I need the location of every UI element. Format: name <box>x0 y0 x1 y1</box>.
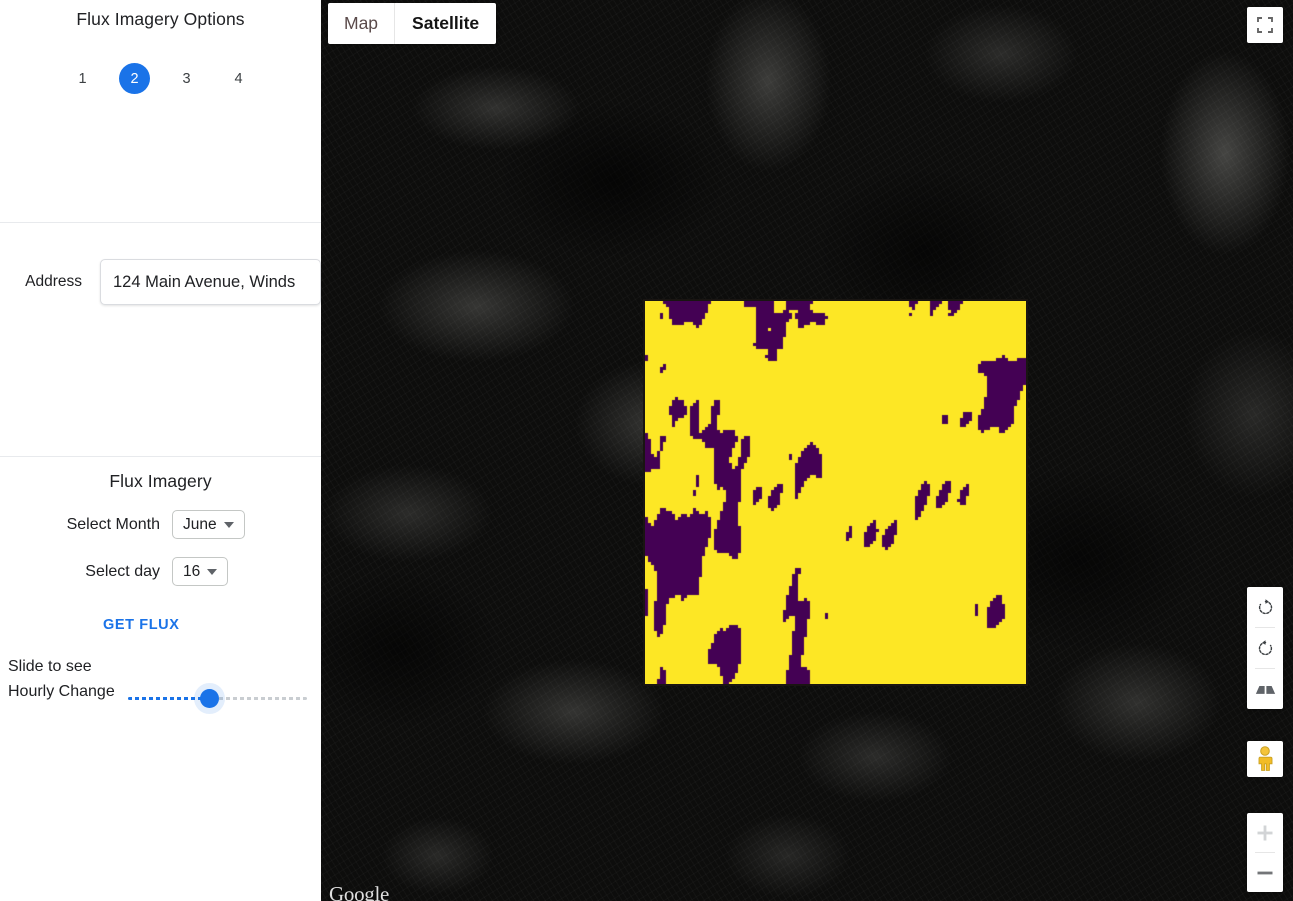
tab-satellite[interactable]: Satellite <box>394 3 496 44</box>
fullscreen-icon <box>1257 17 1273 33</box>
flux-imagery-options-panel: Flux Imagery Options 1 2 3 4 <box>0 0 321 222</box>
fullscreen-button[interactable] <box>1247 7 1283 43</box>
map-type-control[interactable]: Map Satellite <box>328 3 497 44</box>
map-zoom-controls[interactable] <box>1247 813 1283 892</box>
slider-thumb[interactable] <box>200 689 219 708</box>
flux-imagery-title: Flux Imagery <box>109 471 212 491</box>
sidebar: Flux Imagery Options 1 2 3 4 Address Flu… <box>0 0 321 901</box>
flux-imagery-overlay <box>643 299 1028 686</box>
hourly-slider-section: Slide to see Hourly Change <box>0 650 321 734</box>
select-month-label: Select Month <box>66 515 160 533</box>
rotate-counterclockwise-icon <box>1258 639 1272 655</box>
select-day-label: Select day <box>85 562 160 580</box>
flux-overlay-canvas <box>645 301 1026 684</box>
app-root: Flux Imagery Options 1 2 3 4 Address Flu… <box>0 0 1293 901</box>
get-flux-row: GET FLUX <box>0 614 321 644</box>
address-panel: Address <box>0 223 321 456</box>
street-view-pegman-button[interactable] <box>1247 741 1283 777</box>
day-select-value: 16 <box>183 562 201 580</box>
rotate-counterclockwise-button[interactable] <box>1247 628 1283 668</box>
page-title: Flux Imagery Options <box>76 9 245 29</box>
chevron-down-icon <box>223 521 234 528</box>
address-label: Address <box>25 273 82 290</box>
select-month-row: Select Month June <box>0 510 321 539</box>
page-selector[interactable]: 1 2 3 4 <box>0 63 321 94</box>
get-flux-button[interactable]: GET FLUX <box>101 614 182 636</box>
slider-caption: Slide to see Hourly Change <box>8 654 128 704</box>
slider-caption-line-2: Hourly Change <box>8 683 115 700</box>
page-button-2[interactable]: 2 <box>119 63 150 94</box>
page-button-3[interactable]: 3 <box>171 63 202 94</box>
tab-map[interactable]: Map <box>328 3 394 44</box>
page-button-4[interactable]: 4 <box>223 63 254 94</box>
plus-icon <box>1257 825 1273 840</box>
minus-icon <box>1257 871 1273 874</box>
tilt-view-button[interactable] <box>1247 669 1283 709</box>
tilt-view-icon <box>1255 685 1275 694</box>
day-select[interactable]: 16 <box>172 557 229 586</box>
chevron-down-icon <box>207 568 218 575</box>
select-day-row: Select day 16 <box>0 557 321 586</box>
slider-caption-line-1: Slide to see <box>8 658 92 675</box>
address-row: Address <box>0 259 321 305</box>
rotate-clockwise-icon <box>1258 598 1272 614</box>
map-rotate-controls[interactable] <box>1247 587 1283 709</box>
zoom-in-button[interactable] <box>1247 813 1283 852</box>
month-select-value: June <box>183 515 217 533</box>
pegman-street-view-icon <box>1258 746 1273 771</box>
map-area[interactable]: Map Satellite Google <box>321 0 1293 901</box>
flux-imagery-panel: Flux Imagery Select Month June Select da… <box>0 457 321 901</box>
month-select[interactable]: June <box>172 510 245 539</box>
hourly-slider[interactable] <box>128 683 307 714</box>
google-attribution: Google <box>329 882 390 901</box>
zoom-out-button[interactable] <box>1247 853 1283 892</box>
rotate-clockwise-button[interactable] <box>1247 587 1283 627</box>
page-button-1[interactable]: 1 <box>67 63 98 94</box>
address-input[interactable] <box>100 259 321 305</box>
